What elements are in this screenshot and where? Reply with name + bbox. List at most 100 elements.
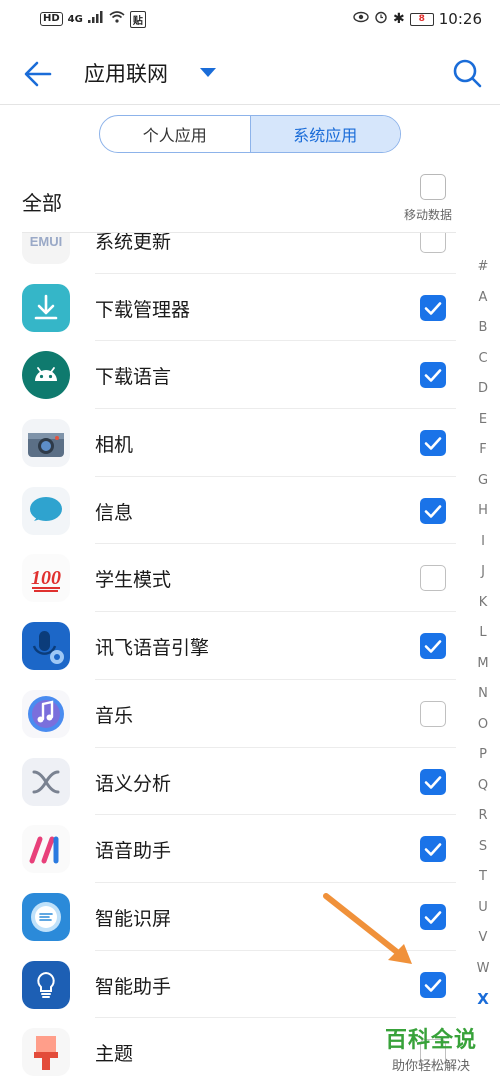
mobile-data-checkbox[interactable]	[420, 294, 446, 321]
page-title[interactable]: 应用联网	[84, 58, 168, 88]
voice-assistant-icon	[22, 825, 70, 874]
alphabet-index-letter[interactable]: P	[479, 740, 487, 771]
app-row[interactable]: EMUI 系统更新	[0, 233, 462, 274]
app-name: 语音助手	[95, 840, 172, 863]
download-manager-icon	[22, 283, 70, 332]
app-row[interactable]: 讯飞语音引擎	[0, 612, 462, 680]
mobile-data-checkbox[interactable]	[420, 971, 446, 998]
alphabet-index-letter[interactable]: D	[478, 374, 488, 405]
smart-assistant-icon	[22, 960, 70, 1009]
alphabet-index-letter[interactable]: S	[479, 832, 487, 863]
app-row[interactable]: 100 学生模式	[0, 544, 462, 612]
app-name: 系统更新	[95, 233, 172, 253]
music-icon	[22, 689, 70, 738]
message-icon	[22, 486, 70, 535]
alphabet-index-letter[interactable]: M	[477, 649, 488, 680]
bluetooth-icon: ✱	[393, 11, 405, 27]
app-name: 下载管理器	[95, 298, 191, 321]
signal-icon	[87, 11, 104, 27]
eye-icon	[353, 11, 369, 27]
hd-indicator: HD	[40, 12, 63, 26]
alphabet-index-letter[interactable]: K	[479, 588, 488, 619]
svg-text:EMUI: EMUI	[30, 234, 63, 249]
alphabet-index-letter[interactable]: F	[479, 435, 486, 466]
back-arrow-icon[interactable]	[22, 58, 54, 90]
mobile-data-checkbox[interactable]	[420, 836, 446, 863]
select-all-label: 全部	[22, 191, 62, 215]
app-name: 音乐	[95, 704, 134, 727]
alphabet-index-letter[interactable]: N	[478, 679, 488, 710]
alphabet-index-letter[interactable]: E	[479, 405, 487, 436]
alphabet-index-letter[interactable]: L	[479, 618, 486, 649]
app-row[interactable]: 语义分析	[0, 748, 462, 816]
mobile-data-checkbox[interactable]	[420, 362, 446, 389]
tab-personal-apps[interactable]: 个人应用	[100, 116, 250, 152]
alphabet-index-letter[interactable]: T	[479, 862, 487, 893]
app-row[interactable]: 下载语言	[0, 341, 462, 409]
mobile-data-checkbox[interactable]	[420, 565, 446, 592]
status-bar: HD 4G 贴 ✱ 8 10:26	[0, 0, 500, 38]
alphabet-index[interactable]: # A B C D E F G H I J K L M N O P Q R S T U V W X	[470, 252, 496, 1015]
mobile-data-checkbox[interactable]	[420, 633, 446, 660]
alphabet-index-letter[interactable]: J	[481, 557, 485, 588]
android-icon	[22, 351, 70, 400]
app-row[interactable]: 智能识屏	[0, 883, 462, 951]
search-icon[interactable]	[452, 58, 482, 88]
alphabet-index-letter[interactable]: W	[477, 954, 490, 985]
alphabet-index-letter[interactable]: A	[479, 283, 488, 314]
app-row[interactable]: 相机	[0, 409, 462, 477]
mobile-data-checkbox[interactable]	[420, 768, 446, 795]
themes-icon	[22, 1028, 70, 1077]
mobile-data-column-label: 移动数据	[404, 208, 453, 222]
app-name: 下载语言	[95, 366, 172, 389]
alarm-icon	[374, 10, 388, 28]
app-name: 相机	[95, 434, 134, 457]
select-all-checkbox[interactable]	[420, 174, 446, 200]
mobile-data-checkbox[interactable]	[420, 903, 446, 930]
mobile-data-checkbox[interactable]	[420, 430, 446, 457]
app-row[interactable]: 语音助手	[0, 815, 462, 883]
alphabet-index-letter[interactable]: V	[479, 923, 488, 954]
mobile-data-checkbox[interactable]	[420, 497, 446, 524]
app-row[interactable]: 下载管理器	[0, 274, 462, 342]
alphabet-index-letter[interactable]: I	[481, 527, 485, 558]
app-name: 信息	[95, 501, 134, 524]
app-name: 智能助手	[95, 975, 172, 998]
app-name: 学生模式	[95, 569, 172, 592]
app-name: 讯飞语音引擎	[95, 637, 210, 660]
app-type-tabs: 个人应用 系统应用	[99, 115, 401, 153]
alphabet-index-letter[interactable]: Q	[478, 771, 488, 802]
svg-text:100: 100	[31, 567, 61, 589]
title-dropdown-icon[interactable]	[200, 68, 216, 77]
alphabet-index-letter[interactable]: #	[478, 252, 489, 283]
watermark-subtitle: 助你轻松解决	[391, 1059, 470, 1074]
app-row[interactable]: 智能助手	[0, 951, 462, 1019]
watermark: 百科全说 助你轻松解决	[372, 1022, 490, 1078]
app-name: 主题	[95, 1043, 134, 1066]
header-divider	[0, 104, 500, 105]
mobile-data-checkbox[interactable]	[420, 233, 446, 253]
app-row[interactable]: 音乐	[0, 680, 462, 748]
alphabet-index-letter[interactable]: B	[479, 313, 488, 344]
select-all-row: 全部 移动数据	[0, 163, 462, 233]
network-type: 4G	[67, 13, 83, 25]
emui-icon: EMUI	[22, 233, 70, 264]
camera-icon	[22, 419, 70, 468]
watermark-title: 百科全说	[384, 1028, 477, 1053]
app-row[interactable]: 信息	[0, 477, 462, 545]
clock-time: 10:26	[438, 10, 482, 28]
alphabet-index-letter[interactable]: G	[478, 466, 488, 497]
hundred-points-icon: 100	[22, 554, 70, 603]
alphabet-index-letter[interactable]: C	[478, 344, 487, 375]
mobile-data-checkbox[interactable]	[420, 700, 446, 727]
alphabet-index-letter[interactable]: R	[478, 801, 487, 832]
app-list[interactable]: EMUI 系统更新下载管理器下载语言相机信息 100 学生模式讯飞语音引擎 音乐语义分析…	[0, 233, 462, 1084]
alphabet-index-letter[interactable]: O	[478, 710, 488, 741]
alphabet-index-letter[interactable]: U	[478, 893, 488, 924]
app-header: 应用联网	[0, 38, 500, 108]
alphabet-index-letter[interactable]: X	[477, 984, 489, 1015]
smart-screen-icon	[22, 892, 70, 941]
alphabet-index-letter[interactable]: H	[478, 496, 488, 527]
iflytek-voice-icon	[22, 622, 70, 671]
tab-system-apps[interactable]: 系统应用	[249, 116, 400, 152]
